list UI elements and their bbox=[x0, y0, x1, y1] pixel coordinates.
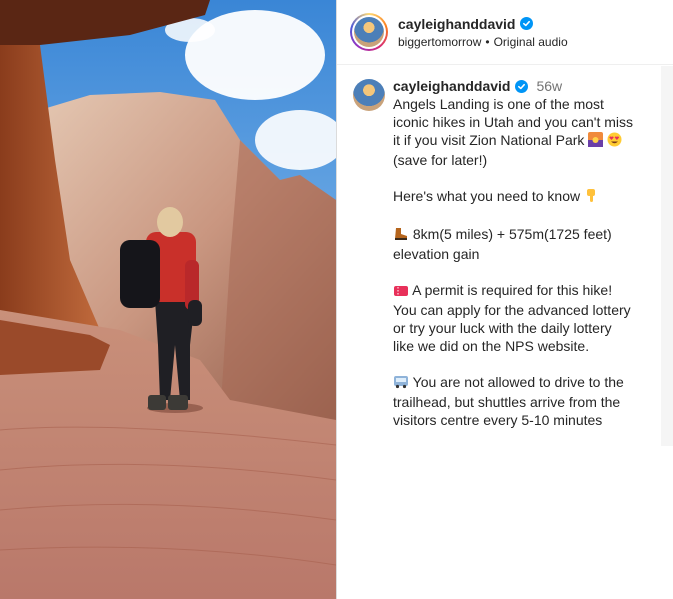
caption-line-text: 8km(5 miles) + 575m(1725 feet) bbox=[412, 226, 612, 242]
caption-line: Angels Landing is one of the most bbox=[393, 96, 604, 112]
audio-separator: • bbox=[485, 34, 490, 49]
post-media-image[interactable] bbox=[0, 0, 336, 599]
backhand-index-down-emoji bbox=[584, 188, 598, 207]
comments-section: cayleighanddavid 56w Angels Landing is o… bbox=[337, 65, 673, 429]
original-audio-link[interactable]: Original audio bbox=[494, 35, 568, 49]
caption-line: elevation gain bbox=[393, 246, 480, 262]
post-header: cayleighanddavid biggertomorrow • Original… bbox=[337, 0, 673, 65]
caption-line-text: Here's what you need to know bbox=[393, 188, 581, 204]
hiking-boot-emoji bbox=[393, 227, 409, 245]
caption-line: visitors centre every 5-10 minutes bbox=[393, 412, 603, 428]
caption-username-link[interactable]: cayleighanddavid bbox=[393, 78, 510, 94]
caption-line: (save for later!) bbox=[393, 152, 488, 168]
bus-emoji bbox=[393, 375, 409, 393]
ticket-emoji bbox=[393, 283, 409, 301]
post-caption: cayleighanddavid 56w Angels Landing is o… bbox=[353, 77, 657, 429]
caption-line: 8km(5 miles) + 575m(1725 feet) bbox=[393, 225, 643, 245]
post-timestamp[interactable]: 56w bbox=[536, 78, 562, 94]
verified-badge-icon bbox=[520, 17, 534, 30]
caption-avatar[interactable] bbox=[353, 79, 385, 111]
hiker-canyon-photo bbox=[0, 0, 336, 599]
post-details-panel: cayleighanddavid biggertomorrow • Original… bbox=[337, 0, 673, 599]
caption-line: trailhead, but shuttles arrive from the bbox=[393, 394, 621, 410]
caption-line: iconic hikes in Utah and you can't miss bbox=[393, 114, 634, 130]
author-avatar-story-ring[interactable] bbox=[350, 13, 388, 51]
sunset-landscape-emoji bbox=[588, 132, 604, 151]
heart-eyes-emoji bbox=[607, 132, 622, 151]
caption-line: Here's what you need to know bbox=[393, 187, 643, 207]
caption-line: like we did on the NPS website. bbox=[393, 338, 590, 354]
audio-account-link[interactable]: biggertomorrow bbox=[398, 35, 481, 49]
author-username-link[interactable]: cayleighanddavid bbox=[398, 16, 515, 32]
verified-badge-icon bbox=[515, 79, 529, 93]
caption-line: or try your luck with the daily lottery bbox=[393, 320, 612, 336]
avatar bbox=[354, 17, 384, 47]
caption-line: You are not allowed to drive to the bbox=[393, 373, 643, 393]
caption-line: it if you visit Zion National Park bbox=[393, 131, 643, 151]
caption-line-text: it if you visit Zion National Park bbox=[393, 132, 585, 148]
comments-scrollbar[interactable] bbox=[661, 66, 673, 446]
caption-line-text: You are not allowed to drive to the bbox=[412, 374, 624, 390]
caption-line-text: A permit is required for this hike! bbox=[412, 282, 613, 298]
caption-line: A permit is required for this hike! bbox=[393, 281, 643, 301]
caption-line: You can apply for the advanced lottery bbox=[393, 302, 631, 318]
